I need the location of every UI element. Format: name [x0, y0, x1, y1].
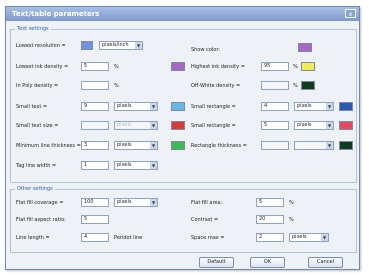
small-text-size-color-swatch[interactable] [171, 121, 185, 130]
off-white-density-label: Off-White density = [191, 83, 241, 89]
show-color-swatch[interactable] [298, 43, 312, 52]
flat-fill-area-input[interactable]: 5 [256, 198, 284, 207]
chevron-down-icon: ▼ [326, 122, 333, 129]
ok-button[interactable]: OK [250, 257, 285, 268]
highest-ink-density-unit: % [293, 64, 298, 70]
chevron-down-icon: ▼ [150, 142, 157, 149]
small-rectangle-2-color-swatch[interactable] [339, 121, 353, 130]
rectangle-thickness-label: Rectangle thickness = [191, 143, 247, 149]
ink-density-color-swatch[interactable] [171, 62, 185, 71]
small-rectangle-input[interactable]: 4 [261, 102, 289, 111]
default-button[interactable]: Default [199, 257, 234, 268]
off-white-density-unit: % [293, 83, 298, 89]
small-text-unit-select[interactable]: pixels ▼ [114, 102, 158, 111]
minimum-line-thickness-label: Minimum line thickness = [16, 143, 81, 149]
chevron-down-icon: ▼ [150, 162, 157, 169]
small-rectangle-2-input[interactable]: 5 [261, 121, 289, 130]
small-text-size-input[interactable] [81, 121, 109, 130]
line-length-unit: Peridot line [114, 235, 143, 241]
text-settings-group: Text settings Lowest resolution = pixels… [10, 26, 357, 183]
contrast-unit: % [289, 217, 294, 223]
flat-fill-area-label: Flat fill area: [191, 200, 223, 206]
flat-fill-coverage-label: Flat fill coverage = [16, 200, 64, 206]
other-settings-group: Other settings Flat fill coverage = 100 … [10, 186, 357, 253]
contrast-label: Contrast = [191, 217, 219, 223]
space-max-label: Space max = [191, 235, 225, 241]
in-poly-density-unit: % [114, 83, 119, 89]
text-settings-legend: Text settings [15, 26, 51, 32]
in-poly-density-label: In Poly density = [16, 83, 59, 89]
highest-ink-density-label: Highest ink density = [191, 64, 245, 70]
cancel-button[interactable]: Cancel [308, 257, 343, 268]
lowest-resolution-unit-select[interactable]: pixels/inch ▼ [99, 41, 143, 50]
space-max-unit-select[interactable]: pixels ▼ [289, 233, 329, 242]
off-white-density-input[interactable] [261, 81, 289, 90]
contrast-input[interactable]: 20 [256, 215, 284, 224]
chevron-down-icon: ▼ [135, 42, 142, 49]
small-text-size-unit-select[interactable]: pixels ▼ [114, 121, 158, 130]
chevron-down-icon: ▼ [150, 122, 157, 129]
tag-line-width-label: Tag line width = [16, 163, 57, 169]
chevron-down-icon: ▼ [321, 234, 328, 241]
small-rectangle-2-label: Small rectangle = [191, 123, 236, 129]
tag-line-width-input[interactable]: 1 [81, 161, 109, 170]
small-text-size-label: Small text size = [16, 123, 59, 129]
flat-fill-coverage-input[interactable]: 100 [81, 198, 109, 207]
chevron-down-icon: ▼ [150, 103, 157, 110]
flat-fill-aspect-ratio-label: Flat fill aspect ratio: [16, 217, 66, 223]
chevron-down-icon: ▼ [326, 103, 333, 110]
rectangle-thickness-input[interactable] [261, 141, 289, 150]
small-rectangle-label: Small rectangle = [191, 104, 236, 110]
rectangle-thickness-color-swatch[interactable] [339, 141, 353, 150]
small-text-color-swatch[interactable] [171, 102, 185, 111]
highest-ink-density-color-swatch[interactable] [301, 62, 315, 71]
minimum-line-thickness-unit-select[interactable]: pixels ▼ [114, 141, 158, 150]
small-rectangle-unit-select[interactable]: pixels ▼ [294, 102, 334, 111]
space-max-input[interactable]: 2 [256, 233, 284, 242]
flat-fill-coverage-unit-select[interactable]: pixels ▼ [114, 198, 158, 207]
chevron-down-icon: ▼ [326, 142, 333, 149]
rectangle-thickness-unit-select[interactable]: ▼ [294, 141, 334, 150]
small-rectangle-color-swatch[interactable] [339, 102, 353, 111]
lowest-ink-density-input[interactable]: 5 [81, 62, 109, 71]
small-rectangle-2-unit-select[interactable]: pixels ▼ [294, 121, 334, 130]
minimum-line-thickness-input[interactable]: 3 [81, 141, 109, 150]
lowest-ink-density-label: Lowest ink density = [16, 64, 69, 70]
small-text-label: Small text = [16, 104, 48, 110]
flat-fill-aspect-ratio-input[interactable]: 5 [81, 215, 109, 224]
flat-fill-area-unit: % [289, 200, 294, 206]
line-length-input[interactable]: 4 [81, 233, 109, 242]
lowest-resolution-color-swatch[interactable] [81, 41, 93, 50]
off-white-density-color-swatch[interactable] [301, 81, 315, 90]
tag-line-width-unit-select[interactable]: pixels ▼ [114, 161, 158, 170]
lowest-resolution-label: Lowest resolution = [16, 43, 66, 49]
in-poly-density-input[interactable] [81, 81, 109, 90]
dialog-window: Text/table parameters x Text settings Lo… [5, 6, 360, 270]
window-title: Text/table parameters [12, 10, 100, 18]
show-color-label: Show color: [191, 47, 220, 53]
line-thickness-color-swatch[interactable] [171, 141, 185, 150]
other-settings-legend: Other settings [15, 186, 55, 192]
lowest-ink-density-unit: % [114, 64, 119, 70]
close-button[interactable]: x [345, 9, 356, 18]
chevron-down-icon: ▼ [150, 199, 157, 206]
small-text-input[interactable]: 9 [81, 102, 109, 111]
title-bar: Text/table parameters x [6, 7, 359, 21]
line-length-label: Line length = [16, 235, 50, 241]
highest-ink-density-input[interactable]: 95 [261, 62, 289, 71]
